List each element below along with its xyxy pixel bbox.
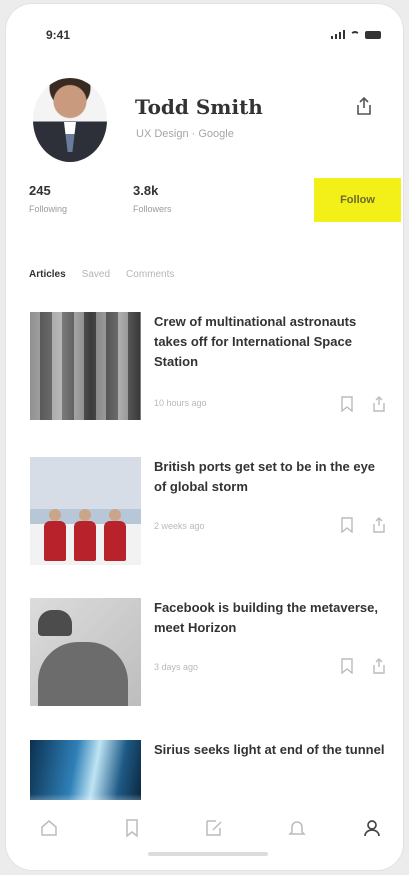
status-time: 9:41 (46, 28, 71, 42)
share-icon[interactable] (372, 517, 386, 533)
article-title[interactable]: British ports get set to be in the eye o… (154, 457, 390, 497)
article-time: 10 hours ago (154, 398, 207, 408)
phone-screen: 9:41 Todd Smith UX Design · Google 245 F… (6, 4, 403, 870)
bookmark-icon[interactable] (340, 658, 354, 674)
battery-icon (365, 31, 381, 39)
article-card[interactable]: British ports get set to be in the eye o… (30, 457, 390, 567)
tab-saved[interactable]: Saved (82, 269, 110, 286)
profile-icon[interactable] (362, 818, 382, 838)
profile-subtitle: UX Design · Google (136, 128, 234, 140)
article-thumbnail[interactable] (30, 457, 141, 565)
share-icon[interactable] (355, 96, 373, 116)
article-title[interactable]: Crew of multinational astronauts takes o… (154, 312, 390, 372)
signal-icon (331, 29, 345, 39)
stat-value: 245 (29, 183, 51, 198)
tab-articles[interactable]: Articles (29, 269, 66, 286)
article-card[interactable]: Facebook is building the metaverse, meet… (30, 598, 390, 708)
avatar[interactable] (33, 78, 107, 162)
profile-name: Todd Smith (135, 95, 263, 119)
stat-following[interactable]: 245 Following (29, 183, 67, 214)
stat-value: 3.8k (133, 183, 159, 198)
article-thumbnail[interactable] (30, 598, 141, 706)
wifi-icon (350, 31, 360, 39)
stat-label: Following (29, 204, 68, 214)
bookmark-icon[interactable] (340, 517, 354, 533)
edit-icon[interactable] (204, 818, 224, 838)
article-thumbnail[interactable] (30, 312, 141, 420)
stat-label: Followers (133, 204, 172, 214)
bottom-nav (6, 804, 403, 850)
figure-shape (74, 509, 96, 561)
stat-followers[interactable]: 3.8k Followers (133, 183, 172, 214)
article-title[interactable]: Sirius seeks light at end of the tunnel (154, 740, 390, 760)
home-icon[interactable] (39, 818, 59, 838)
article-time: 2 weeks ago (154, 521, 205, 531)
home-indicator (148, 852, 268, 856)
status-bar: 9:41 (6, 4, 403, 60)
figure-shape (44, 509, 66, 561)
article-title[interactable]: Facebook is building the metaverse, meet… (154, 598, 390, 638)
article-time: 3 days ago (154, 662, 199, 672)
follow-button[interactable]: Follow (314, 178, 401, 222)
tab-comments[interactable]: Comments (126, 269, 174, 286)
figure-shape (104, 509, 126, 561)
article-card[interactable]: Crew of multinational astronauts takes o… (30, 312, 390, 422)
status-icons (331, 29, 381, 39)
bookmark-icon[interactable] (122, 818, 142, 838)
share-icon[interactable] (372, 396, 386, 412)
content-tabs: Articles Saved Comments (29, 269, 174, 286)
bell-icon[interactable] (287, 818, 307, 838)
article-thumbnail[interactable] (30, 740, 141, 800)
bookmark-icon[interactable] (340, 396, 354, 412)
share-icon[interactable] (372, 658, 386, 674)
